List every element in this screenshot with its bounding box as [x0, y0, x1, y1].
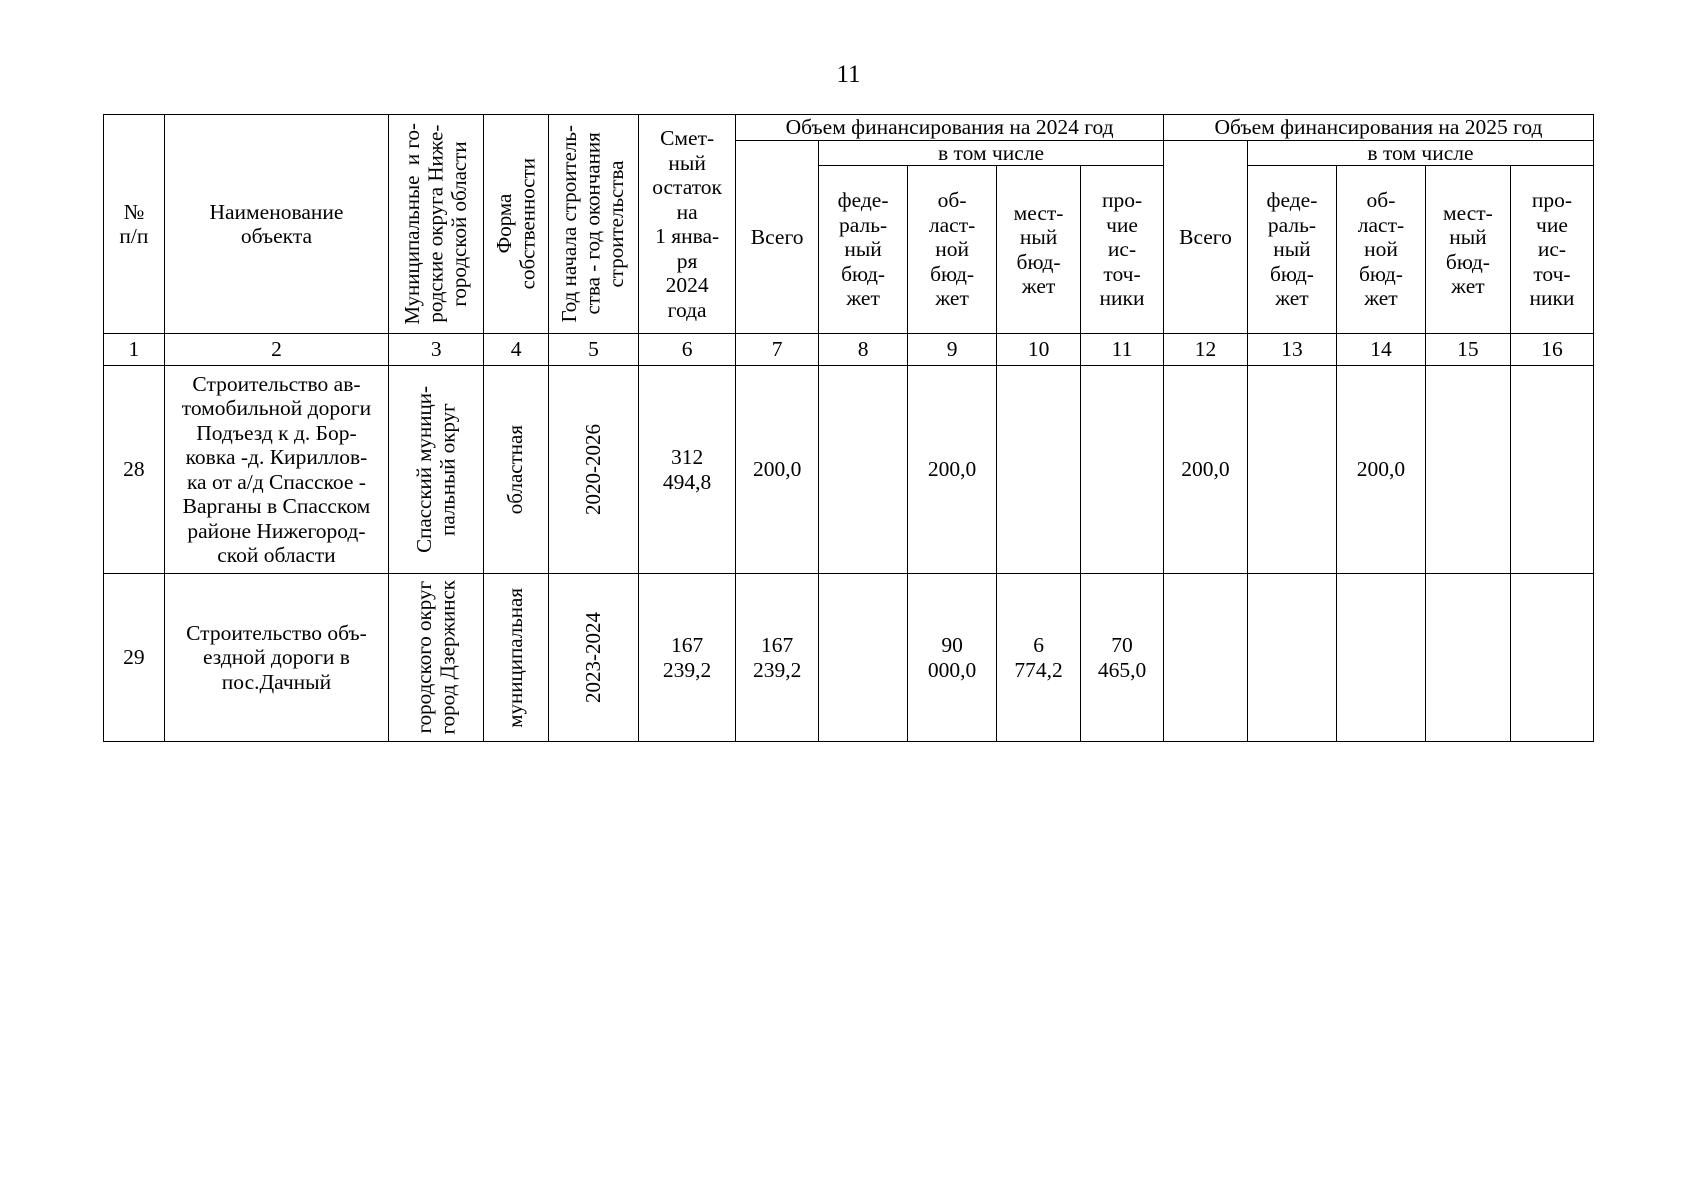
header-group-2025: Объем финансирования на 2025 год [1163, 114, 1594, 141]
header-2024-other: про- чие ис- точ- ники [1080, 165, 1165, 334]
header-2025-total: Всего [1163, 139, 1248, 334]
row-2024-regional: 90 000,0 [907, 573, 998, 742]
header-2024-subgroup: в том числе [818, 139, 1165, 166]
header-col-ownership-text: Форма собственности [491, 158, 540, 290]
row-no: 28 [103, 365, 165, 574]
header-2025-regional: об- ласт- ной бюд- жет [1335, 165, 1426, 334]
row-2024-other: 70 465,0 [1080, 573, 1165, 742]
row-ownership-text: муниципальная [503, 587, 528, 728]
construction-financing-table: № п/п Наименование объекта Муниципальные… [103, 114, 1595, 742]
row-2025-other [1509, 365, 1595, 574]
vertical-text-wrap: городского округ город Дзержинск [390, 580, 483, 735]
header-2025-federal: феде- раль- ный бюд- жет [1246, 165, 1337, 334]
row-2024-total: 167 239,2 [735, 573, 820, 742]
column-number-6: 6 [638, 333, 737, 366]
header-2024-local: мест- ный бюд- жет [996, 165, 1082, 334]
row-2024-federal [818, 365, 909, 574]
header-col-object: Наименование объекта [163, 114, 390, 334]
vertical-text-wrap: областная [485, 424, 548, 515]
vertical-text-wrap: Спасский муници- пальный округ [390, 386, 483, 553]
column-number-13: 13 [1246, 333, 1337, 366]
column-number-11: 11 [1080, 333, 1165, 366]
header-group-2024: Объем финансирования на 2024 год [735, 114, 1165, 141]
header-col-municipal-text: Муниципальные и го- родские округа Ниже-… [400, 123, 472, 325]
row-no: 29 [103, 573, 165, 742]
row-2024-total: 200,0 [735, 365, 820, 574]
row-estimate: 312 494,8 [638, 365, 737, 574]
row-2025-federal [1246, 573, 1337, 742]
header-row-1: № п/п Наименование объекта Муниципальные… [103, 114, 1594, 334]
column-number-16: 16 [1509, 333, 1595, 366]
row-estimate: 167 239,2 [638, 573, 737, 742]
vertical-text-wrap: 2020-2026 [550, 424, 638, 515]
row-municipal: Спасский муници- пальный округ [388, 365, 485, 574]
document-page: 11 № п/п Наименование объекта Муниципаль… [0, 0, 1697, 1200]
row-2025-regional: 200,0 [1335, 365, 1426, 574]
row-municipal: городского округ город Дзержинск [388, 573, 485, 742]
column-number-2: 2 [163, 333, 390, 366]
header-2025-other: про- чие ис- точ- ники [1509, 165, 1595, 334]
column-number-15: 15 [1424, 333, 1511, 366]
header-2025-subgroup: в том числе [1246, 139, 1595, 166]
row-years-text: 2020-2026 [580, 424, 605, 515]
row-municipal-text: Спасский муници- пальный округ [411, 386, 460, 553]
column-number-9: 9 [907, 333, 998, 366]
column-number-4: 4 [483, 333, 550, 366]
header-col-estimate: Смет- ный остаток на 1 янва- ря 2024 год… [638, 114, 737, 334]
header-col-no: № п/п [103, 114, 165, 334]
header-2025-local: мест- ный бюд- жет [1424, 165, 1511, 334]
column-number-7: 7 [735, 333, 820, 366]
row-object-name: Строительство объ- ездной дороги в пос.Д… [163, 573, 390, 742]
column-number-12: 12 [1163, 333, 1248, 366]
header-2024-total: Всего [735, 139, 820, 334]
column-number-1: 1 [103, 333, 165, 366]
header-2024-regional: об- ласт- ной бюд- жет [907, 165, 998, 334]
column-number-3: 3 [388, 333, 485, 366]
row-2024-regional: 200,0 [907, 365, 998, 574]
header-2024-federal: феде- раль- ный бюд- жет [818, 165, 909, 334]
page-number: 11 [836, 61, 861, 88]
header-col-municipal: Муниципальные и го- родские округа Ниже-… [388, 114, 485, 334]
row-municipal-text: городского округ город Дзержинск [411, 580, 460, 735]
column-number-5: 5 [548, 333, 640, 366]
row-2025-local [1424, 365, 1511, 574]
column-number-10: 10 [996, 333, 1082, 366]
column-number-row: 1 2 3 4 5 6 7 8 9 10 11 12 13 14 15 16 [103, 333, 1595, 366]
row-2025-regional [1335, 573, 1426, 742]
row-2024-local [996, 365, 1082, 574]
table-row: 28 Строительство ав- томобильной дороги … [103, 365, 1595, 574]
row-2025-total [1163, 573, 1248, 742]
row-2025-federal [1246, 365, 1337, 574]
header-col-years: Год начала строитель- ства - год окончан… [548, 114, 640, 334]
row-ownership: муниципальная [483, 573, 550, 742]
vertical-text-wrap: 2023-2024 [550, 612, 638, 703]
row-years: 2020-2026 [548, 365, 640, 574]
header-col-ownership: Форма собственности [483, 114, 550, 334]
table-row: 29 Строительство объ- ездной дороги в по… [103, 573, 1595, 742]
column-number-8: 8 [818, 333, 909, 366]
row-ownership: областная [483, 365, 550, 574]
row-2024-other [1080, 365, 1165, 574]
vertical-text-wrap: Год начала строитель- ства - год окончан… [550, 125, 638, 323]
row-years: 2023-2024 [548, 573, 640, 742]
vertical-text-wrap: Форма собственности [485, 158, 548, 290]
row-2024-federal [818, 573, 909, 742]
vertical-text-wrap: Муниципальные и го- родские округа Ниже-… [390, 123, 483, 325]
row-object-name: Строительство ав- томобильной дороги Под… [163, 365, 390, 574]
row-years-text: 2023-2024 [580, 612, 605, 703]
row-2025-local [1424, 573, 1511, 742]
row-2025-other [1509, 573, 1595, 742]
row-2025-total: 200,0 [1163, 365, 1248, 574]
header-col-years-text: Год начала строитель- ства - год окончан… [557, 125, 629, 323]
row-2024-local: 6 774,2 [996, 573, 1082, 742]
vertical-text-wrap: муниципальная [485, 587, 548, 728]
column-number-14: 14 [1335, 333, 1426, 366]
row-ownership-text: областная [503, 424, 528, 515]
